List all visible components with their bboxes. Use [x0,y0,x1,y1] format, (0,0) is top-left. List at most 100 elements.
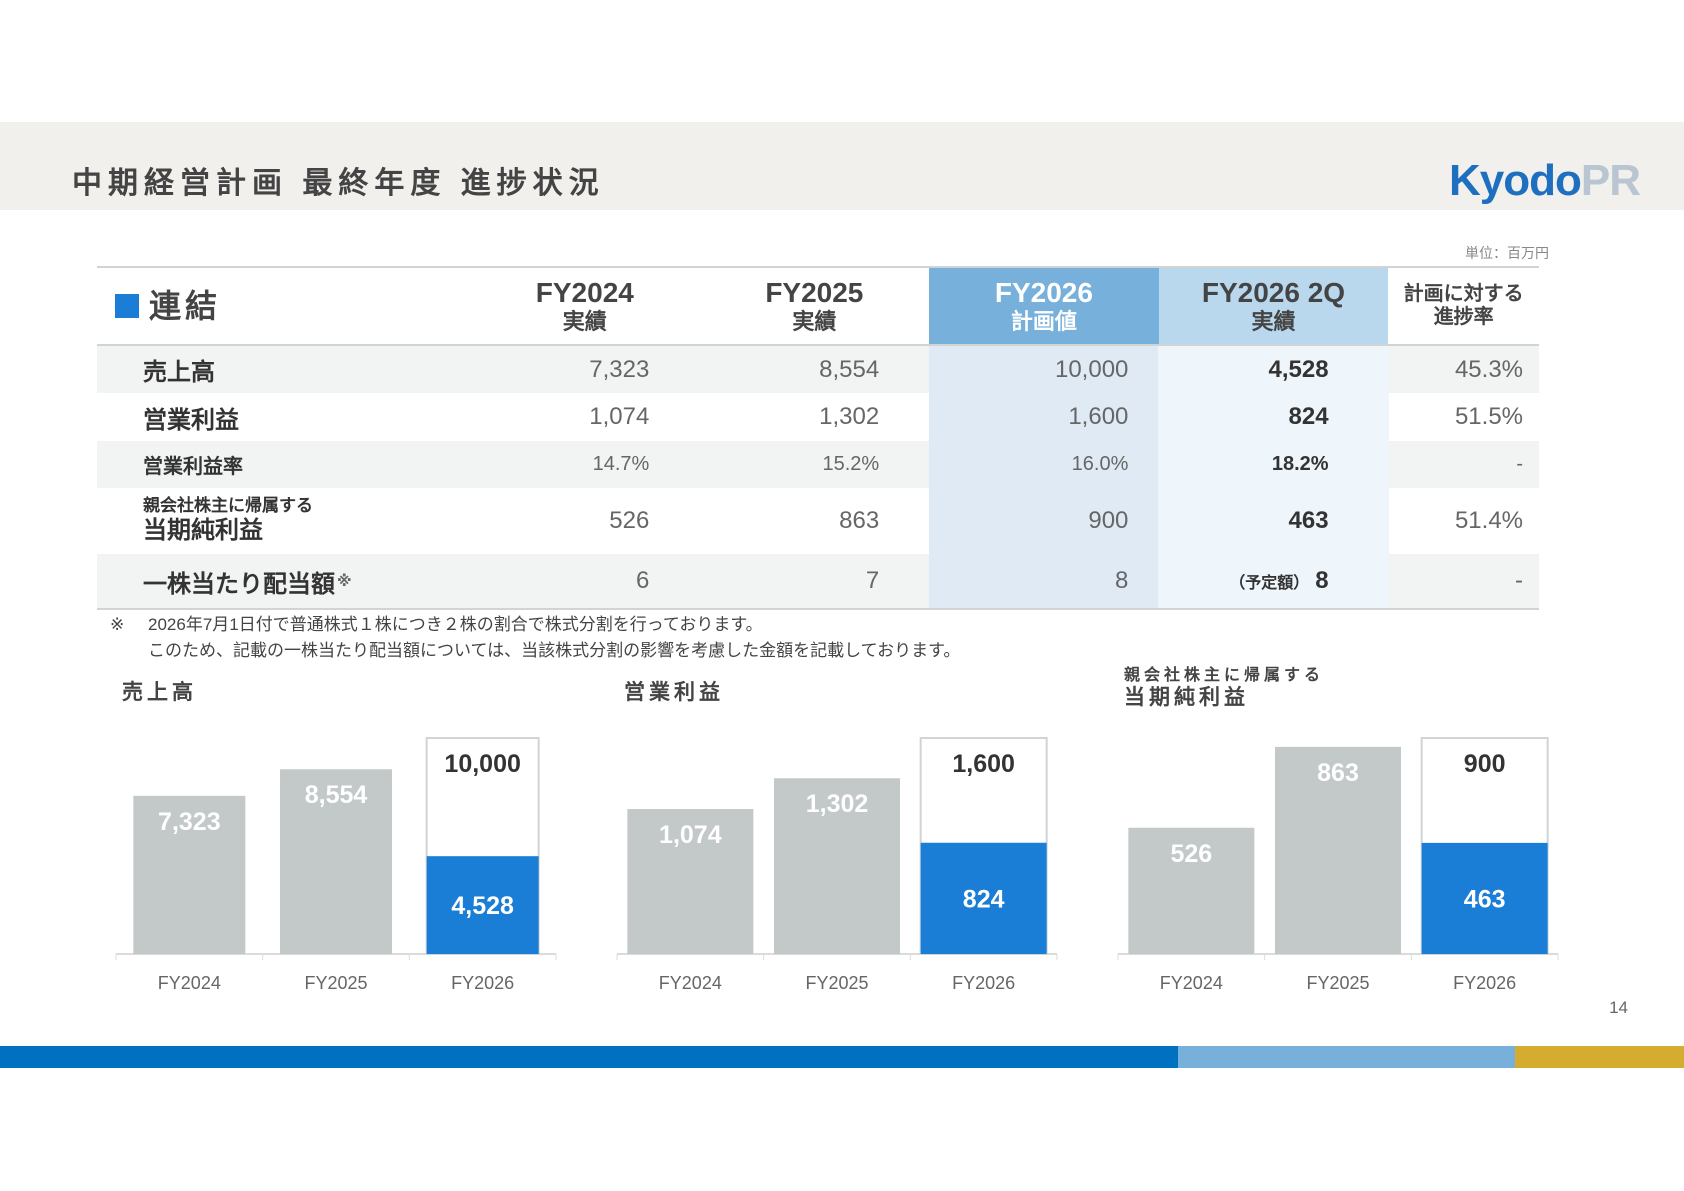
bar [1275,746,1401,954]
column-header-line2: 実績 [1251,309,1296,335]
column-header-line1: FY2026 2Q [1201,277,1346,309]
footer-band-primary [0,1046,1178,1068]
bar-value-label: 526 [1170,840,1212,868]
section-square-icon [115,294,139,318]
column-header-progress: 計画に対する 進捗率 [1388,268,1539,344]
row-label-line2: 当期純利益 [143,516,263,544]
plan-value-label: 10,000 [444,750,520,778]
chart-title-line2: 当期純利益 [1124,686,1249,710]
actual-bar [920,842,1047,954]
x-tick-label: FY2025 [1306,973,1369,993]
table-cell: 8 [929,554,1159,608]
x-tick-label: FY2025 [805,973,868,993]
plan-value-label: 900 [1464,750,1506,778]
x-tick-label: FY2026 [1453,973,1516,993]
table-cell: 1,302 [819,403,880,430]
financial-table: 連結 FY2024 実績 FY2025 実績 FY2026 計画値 FY2026 2Q… [97,266,1540,610]
table-cell: - [1388,554,1540,608]
x-tick-label: FY2024 [1160,973,1223,993]
table-cell: 4,528 [1158,346,1389,393]
bar-value-label: 463 [1464,885,1506,913]
column-header-line2: 計画値 [1010,309,1077,335]
column-header-fy2025: FY2025 実績 [700,268,930,344]
bar-value-label: 824 [963,885,1005,913]
bar-value-label: 1,074 [659,821,722,849]
kyodo-pr-logo: KyodoPR [1449,156,1641,206]
table-cell: 863 [839,507,880,534]
plan-bar [919,737,1048,955]
table-cell: 51.4% [1454,507,1524,534]
bar-value-label: 8,554 [305,781,368,809]
bar [133,795,246,954]
table-cell: 1,074 [589,403,650,430]
table-cell: - [1388,441,1540,488]
section-label: 連結 [149,287,222,324]
table-header-row: 連結 FY2024 実績 FY2025 実績 FY2026 計画値 FY2026 2Q… [97,268,1539,346]
row-label: 売上高 [97,346,470,393]
table-cell: （予定額） 8 [1158,554,1389,608]
table-cell: 8,554 [699,346,930,393]
column-header-fy2026-2q: FY2026 2Q 実績 [1158,268,1389,344]
table-cell: 16.0% [929,441,1159,488]
actual-bar [1421,842,1548,954]
table-row: 売上高 7,323 8,554 10,000 4,528 45.3% [97,346,1540,393]
x-tick-label: FY2024 [659,973,722,993]
bar-value-label: 863 [1317,759,1359,787]
chart-title-sales: 売上高 [122,681,197,704]
table-cell: 51.5% [1454,403,1524,430]
bar [1128,827,1255,954]
planned-prefix: （予定額） [1229,575,1310,592]
footnote-line1: ※ 2026年7月1日付で普通株式１株につき２株の割合で株式分割を行っております。 [110,612,960,638]
unit-label: 単位：百万円 [1465,245,1549,261]
logo-suffix-text: PR [1580,156,1641,205]
table-cell: 7 [699,554,930,608]
bar-value-label: 1,302 [806,790,869,818]
bar-value-label: 7,323 [158,808,221,836]
footer-band-accent [1515,1046,1684,1068]
table-cell: 14.7% [469,441,700,488]
plan-bar [425,737,540,955]
bar-value-label: 4,528 [451,892,514,920]
row-label-text: 一株当たり配当額 [143,570,335,598]
row-label: 親会社株主に帰属する 当期純利益 [97,488,469,554]
column-header-line1: FY2024 [535,277,634,309]
table-cell: 824 [1158,393,1389,441]
row-label: 営業利益率 [97,441,470,488]
table-row: 親会社株主に帰属する 当期純利益 526 863 900 463 51.4% [97,488,1539,554]
x-tick-label: FY2026 [451,973,514,993]
table-row: 営業利益率 14.7% 15.2% 16.0% 18.2% - [97,441,1540,488]
column-header-line2: 実績 [562,309,607,335]
column-header-line1: 計画に対する [1403,283,1524,305]
table-cell: 6 [469,554,700,608]
column-header-fy2026-plan: FY2026 計画値 [929,268,1159,344]
note-mark: ※ [337,573,352,590]
row-label: 営業利益 [143,406,239,434]
footer-band-secondary [1178,1046,1515,1068]
table-cell: 45.3% [1388,346,1540,393]
cell-value: 8 [1315,567,1329,594]
column-header-line1: FY2026 [994,277,1093,309]
table-cell: 526 [609,507,650,534]
bar [280,769,392,954]
table-cell: 15.2% [699,441,930,488]
chart-title-net-profit: 親会社株主に帰属する 当期純利益 [1124,666,1324,710]
x-tick-label: FY2024 [158,973,221,993]
table-cell: 900 [929,488,1159,554]
actual-bar [426,856,539,954]
table-cell: 10,000 [929,346,1159,393]
footnote-text: 2026年7月1日付で普通株式１株につき２株の割合で株式分割を行っております。 [148,615,763,634]
row-label: 一株当たり配当額 ※ [97,554,470,608]
column-header-line2: 実績 [792,309,837,335]
footnote-mark: ※ [110,615,125,634]
chart-title-operating-profit: 営業利益 [624,681,724,704]
header-bar: 中期経営計画 最終年度 進捗状況 KyodoPR [0,122,1684,210]
page-title: 中期経営計画 最終年度 進捗状況 [72,167,605,200]
x-tick-label: FY2026 [952,973,1015,993]
table-cell: 463 [1158,488,1389,554]
footnote: ※ 2026年7月1日付で普通株式１株につき２株の割合で株式分割を行っております。… [110,612,960,664]
row-label-line1: 親会社株主に帰属する [143,496,313,516]
page-number: 14 [1609,998,1628,1017]
table-row: 営業利益 1,074 1,302 1,600 824 51.5% [97,393,1539,441]
table-cell: 18.2% [1158,441,1389,488]
bar [627,809,754,954]
